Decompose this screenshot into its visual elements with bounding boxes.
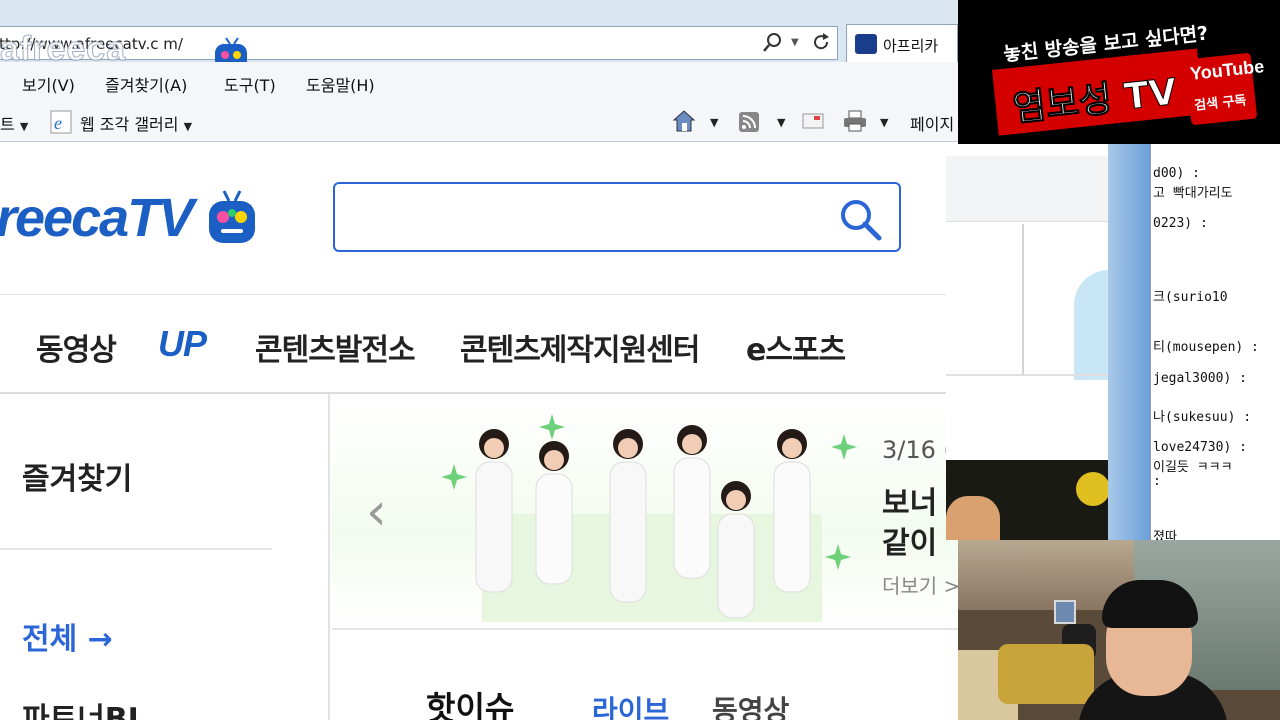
divider <box>332 628 958 630</box>
chevron-down-icon: ▼ <box>19 120 29 133</box>
chat-line: : <box>1153 474 1161 489</box>
chat-line: 졌따 <box>1153 530 1177 540</box>
web-page: reecaTV 동영상 UP 콘텐츠발전소 콘텐츠제작지원센터 e스포츠 즐겨찾… <box>0 143 958 720</box>
chat-line: 크(surio10 <box>1153 290 1228 305</box>
web-slice-gallery-button[interactable]: 웹 조각 갤러리 ▼ <box>80 111 192 135</box>
afreeca-tv-mascot-icon <box>209 190 255 243</box>
home-icon[interactable] <box>672 109 696 133</box>
command-bar: 트 ▼ e 웹 조각 갤러리 ▼ ▼ ▼ ▼ 페이지 <box>0 102 958 142</box>
girl-group-photo <box>442 414 857 622</box>
chevron-down-icon[interactable]: ▼ <box>791 37 799 48</box>
refresh-icon[interactable] <box>810 31 832 53</box>
chat-line: 나(sukesuu) : <box>1153 410 1252 425</box>
hot-issue-heading: 핫이슈 <box>426 689 515 720</box>
site-search-box[interactable] <box>333 182 901 252</box>
tab-live[interactable]: 라이브 <box>592 689 669 720</box>
nav-item-content-plant[interactable]: 콘텐츠발전소 <box>255 325 416 369</box>
menu-favorites[interactable]: 즐겨찾기(A) <box>105 72 187 96</box>
page-menu-button[interactable]: 페이지 <box>910 111 954 135</box>
nav-item-esports[interactable]: e스포츠 <box>746 325 846 369</box>
youtube-promo-overlay: 놓친 방송을 보고 싶다면? 염보성 TV YouTube 검색 구독 <box>958 0 1280 144</box>
webcam-blanket <box>998 644 1094 704</box>
browser-tab[interactable]: 아프리카 <box>846 24 958 62</box>
chat-line: 고 빡대가리도 <box>1153 186 1233 201</box>
webcam-picture-frame <box>1054 600 1076 624</box>
chat-line: jegal3000) : <box>1153 371 1247 386</box>
address-search-icon[interactable] <box>762 31 784 53</box>
left-sidebar: 즐겨찾기 전체 → 파트너BJ <box>0 394 330 720</box>
background-window <box>946 144 1150 540</box>
background-panel <box>946 156 1108 222</box>
chat-line: 0223) : <box>1153 216 1208 231</box>
cmd-partial-item[interactable]: 트 ▼ <box>0 111 28 135</box>
banner-date: 3/16 ( <box>882 436 953 464</box>
chevron-down-icon[interactable]: ▼ <box>777 116 785 129</box>
promo-banner[interactable]: ‹ 3/16 ( 보너 같이 더보기 > <box>332 396 958 628</box>
nav-item-vod[interactable]: 동영상 <box>36 325 117 369</box>
banner-title-line1: 보너 <box>882 486 938 521</box>
screen: ttp://www.afreecatv.c m/ afreeca ▼ 아프리카 … <box>0 0 1280 720</box>
menu-tools[interactable]: 도구(T) <box>224 72 276 96</box>
chat-panel: d00) : 고 빡대가리도 0223) : 크(surio10 티(mouse… <box>1150 144 1280 540</box>
partner-bj-heading: 파트너BJ <box>22 702 139 720</box>
afreeca-favicon-icon <box>855 34 877 54</box>
menu-help[interactable]: 도움말(H) <box>306 72 375 96</box>
ie-icon: e <box>50 110 72 134</box>
print-icon[interactable] <box>842 110 868 132</box>
mail-icon[interactable] <box>802 112 824 130</box>
banner-title-line2: 같이 <box>882 526 938 561</box>
secondary-camera-person <box>946 496 1000 540</box>
chat-line: 티(mousepen) : <box>1153 340 1259 355</box>
chevron-down-icon: ▼ <box>183 120 193 133</box>
divider <box>0 548 272 550</box>
logo-icon <box>1076 472 1110 506</box>
svg-text:e: e <box>54 113 62 133</box>
nav-item-production-center[interactable]: 콘텐츠제작지원센터 <box>460 325 700 369</box>
background-blue-panel <box>1108 144 1150 540</box>
all-link[interactable]: 전체 → <box>22 614 113 658</box>
tab-title: 아프리카 <box>883 37 939 55</box>
cmd-partial-label: 트 <box>0 115 15 134</box>
web-slice-gallery-label: 웹 조각 갤러리 <box>80 115 179 134</box>
divider <box>0 294 946 295</box>
chat-line: love24730) : <box>1153 440 1247 455</box>
search-icon[interactable] <box>837 196 883 242</box>
site-logo[interactable]: reecaTV <box>0 187 194 249</box>
favorites-heading: 즐겨찾기 <box>22 462 133 497</box>
chat-line: d00) : <box>1153 166 1200 181</box>
menu-view[interactable]: 보기(V) <box>22 72 75 96</box>
streamer-webcam <box>958 540 1280 720</box>
chevron-down-icon[interactable]: ▼ <box>880 116 888 129</box>
chevron-left-icon[interactable]: ‹ <box>366 482 387 542</box>
browser-address-bar: ttp://www.afreecatv.c m/ afreeca ▼ 아프리카 <box>0 0 958 70</box>
chat-line: 이길듯 ㅋㅋㅋ <box>1153 460 1233 475</box>
chevron-down-icon[interactable]: ▼ <box>710 116 718 129</box>
tab-vod[interactable]: 동영상 <box>712 689 789 720</box>
search-input[interactable] <box>347 198 827 236</box>
rss-feed-icon[interactable] <box>738 111 760 133</box>
divider <box>1022 224 1024 374</box>
menu-bar: 보기(V) 즐겨찾기(A) 도구(T) 도움말(H) <box>0 62 958 102</box>
nav-item-up[interactable]: UP <box>158 323 207 365</box>
banner-more-link[interactable]: 더보기 > <box>882 570 958 599</box>
